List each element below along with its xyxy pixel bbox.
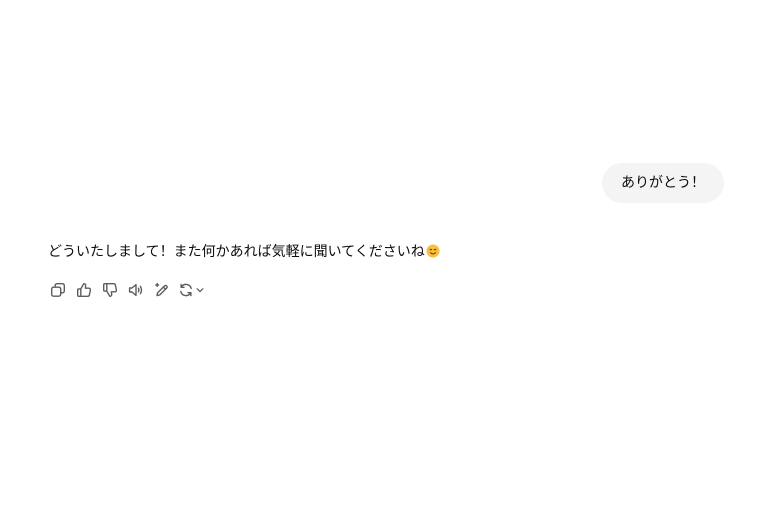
- copy-button[interactable]: [48, 280, 68, 300]
- assistant-message-text: どういたしまして！また何かあれば気軽に聞いてくださいね: [48, 244, 425, 260]
- user-message-bubble: ありがとう！: [602, 163, 724, 203]
- message-action-bar: [48, 280, 205, 300]
- speaker-icon: [128, 283, 143, 297]
- regenerate-button[interactable]: [178, 280, 205, 300]
- thumbs-down-icon: [103, 283, 118, 297]
- chevron-down-icon: [196, 288, 204, 293]
- read-aloud-button[interactable]: [126, 280, 146, 300]
- magic-pen-icon: [155, 282, 168, 297]
- good-response-button[interactable]: [74, 280, 94, 300]
- smiling-face-emoji: [426, 244, 440, 258]
- copy-icon: [51, 283, 65, 297]
- chat-page: ありがとう！ どういたしまして！また何かあれば気軽に聞いてくださいね: [0, 0, 768, 512]
- assistant-message: どういたしまして！また何かあれば気軽に聞いてくださいね: [48, 242, 440, 262]
- bad-response-button[interactable]: [100, 280, 120, 300]
- user-message-row: ありがとう！: [602, 163, 724, 203]
- thumbs-up-icon: [77, 283, 92, 297]
- edit-in-canvas-button[interactable]: [152, 280, 172, 300]
- refresh-icon: [180, 283, 192, 297]
